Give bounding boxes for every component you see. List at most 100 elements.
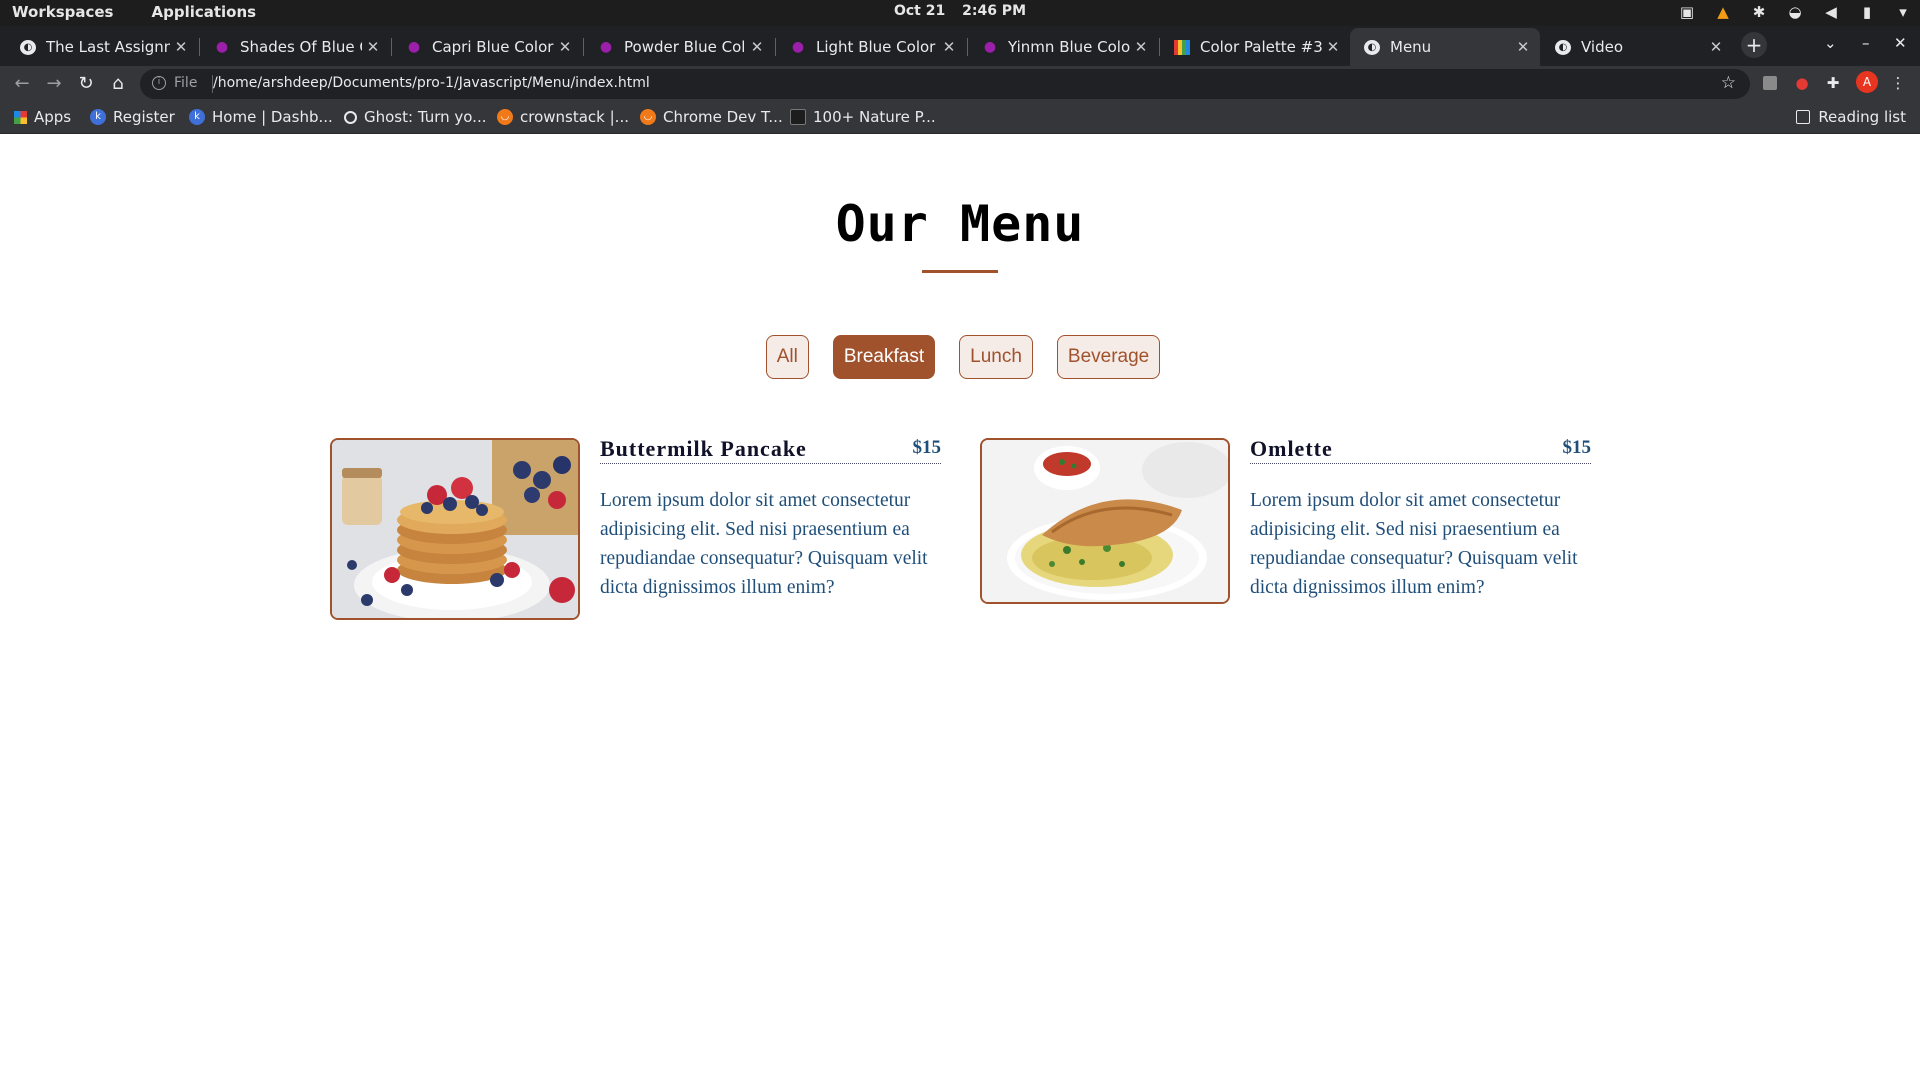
tab-title: Shades Of Blue C [240,38,362,56]
close-tab-icon[interactable]: ✕ [1512,38,1534,56]
tab-title: Color Palette #35 [1200,38,1322,56]
menu-item-description: Lorem ipsum dolor sit amet consectetur a… [1250,490,1578,598]
menu-item-info: Omlette $15 Lorem ipsum dolor sit amet c… [1250,438,1591,602]
reading-list-label: Reading list [1818,108,1906,126]
slack-tray-icon[interactable]: ✱ [1750,3,1768,21]
filter-buttons: All Breakfast Lunch Beverage [0,335,1920,379]
reading-list-icon [1796,110,1811,124]
browser-menu-icon[interactable]: ⋮ [1888,73,1908,93]
crownstack-icon: ◡ [497,109,513,125]
reading-list-button[interactable]: Reading list [1796,108,1906,126]
tab-title: Capri Blue Color I [432,38,554,56]
omelette-photo [980,438,1230,604]
url-scheme: File [174,75,198,91]
tab-strip: ◐ The Last Assignm ✕ ● Shades Of Blue C … [0,26,1920,66]
system-menu-chevron-icon[interactable]: ▾ [1894,3,1912,21]
menu-item-header: Omlette $15 [1250,438,1591,464]
purple-drop-icon: ● [407,39,421,55]
bookmarks-bar: Apps k Register k Home | Dashb... Ghost:… [0,102,1920,134]
close-tab-icon[interactable]: ✕ [1705,38,1727,56]
purple-drop-icon: ● [791,39,805,55]
tab-title: Video [1581,38,1624,56]
pancake-photo [330,438,580,620]
extension-grey-icon[interactable] [1763,76,1777,90]
k-icon: k [90,109,106,125]
tab-menu-active[interactable]: ◐ Menu ✕ [1350,28,1540,66]
bookmark-label: 100+ Nature P... [813,108,936,126]
extensions-puzzle-icon[interactable]: ✚ [1823,73,1843,93]
filter-lunch-button[interactable]: Lunch [959,335,1033,379]
tab-title: Yinmn Blue Color [1008,38,1130,56]
bookmark-ghost[interactable]: Ghost: Turn yo... [344,108,487,126]
bookmark-label: crownstack |... [520,108,629,126]
tab-5[interactable]: ● Yinmn Blue Color ✕ [968,28,1158,66]
reload-icon[interactable]: ↻ [74,72,98,96]
close-tab-icon[interactable]: ✕ [554,38,576,56]
menu-item-price: $15 [912,437,942,458]
menu-item-info: Buttermilk Pancake $15 Lorem ipsum dolor… [600,438,941,602]
menu-item-name: Buttermilk Pancake [600,436,807,461]
bookmark-star-icon[interactable]: ☆ [1721,73,1736,93]
back-arrow-icon[interactable]: ← [10,72,34,96]
globe-icon: ◐ [1364,39,1380,55]
filter-all-button[interactable]: All [765,335,809,379]
tab-search-chevron-icon[interactable]: ⌄ [1824,34,1837,52]
tab-6[interactable]: Color Palette #35 ✕ [1160,28,1350,66]
page-content: Our Menu All Breakfast Lunch Beverage Bu… [0,135,1920,1080]
menu-item-header: Buttermilk Pancake $15 [600,438,941,464]
url-text[interactable]: /home/arshdeep/Documents/pro-1/Javascrip… [213,75,650,91]
tab-2[interactable]: ● Capri Blue Color I ✕ [392,28,582,66]
minimize-icon[interactable]: – [1862,34,1870,52]
vlc-tray-icon[interactable]: ▲ [1714,3,1732,21]
wifi-icon[interactable]: ◒ [1786,3,1804,21]
close-tab-icon[interactable]: ✕ [746,38,768,56]
close-tab-icon[interactable]: ✕ [938,38,960,56]
tab-8[interactable]: ◐ Video ✕ [1541,28,1733,66]
close-tab-icon[interactable]: ✕ [170,38,192,56]
filter-beverage-button[interactable]: Beverage [1056,335,1161,379]
tab-0[interactable]: ◐ The Last Assignm ✕ [6,28,198,66]
bookmark-label: Home | Dashb... [212,108,333,126]
bookmark-apps[interactable]: Apps [14,108,71,126]
menu-item-card: Buttermilk Pancake $15 Lorem ipsum dolor… [330,438,964,628]
close-tab-icon[interactable]: ✕ [1130,38,1152,56]
crownstack-icon: ◡ [640,109,656,125]
bookmark-dashboard[interactable]: k Home | Dashb... [189,108,333,126]
title-underline [922,270,998,273]
os-top-bar: Workspaces Applications Oct 21 2:46 PM ▣… [0,0,1920,26]
tab-4[interactable]: ● Light Blue Color H ✕ [776,28,966,66]
clock[interactable]: Oct 21 2:46 PM [0,3,1920,19]
close-tab-icon[interactable]: ✕ [1322,38,1344,56]
clock-date: Oct 21 [893,3,946,19]
page-title: Our Menu [835,195,1085,253]
bookmark-label: Apps [34,108,72,126]
purple-drop-icon: ● [599,39,613,55]
address-bar[interactable]: i File /home/arshdeep/Documents/pro-1/Ja… [140,69,1750,99]
profile-avatar[interactable]: A [1856,71,1878,93]
tab-1[interactable]: ● Shades Of Blue C ✕ [200,28,390,66]
menu-item-card: Omlette $15 Lorem ipsum dolor sit amet c… [980,438,1614,628]
bookmark-nature[interactable]: 100+ Nature P... [790,108,936,126]
bookmark-chrome-dev[interactable]: ◡ Chrome Dev T... [640,108,783,126]
bookmark-label: Chrome Dev T... [663,108,783,126]
new-tab-button[interactable]: + [1741,32,1767,58]
forward-arrow-icon[interactable]: → [42,72,66,96]
filter-breakfast-button[interactable]: Breakfast [832,335,936,379]
menu-item-description: Lorem ipsum dolor sit amet consectetur a… [600,490,928,598]
clock-time: 2:46 PM [962,3,1026,19]
extension-red-icon[interactable]: ● [1792,73,1812,93]
site-info-icon[interactable]: i [152,76,166,90]
palette-icon [1174,39,1190,55]
bookmark-crownstack[interactable]: ◡ crownstack |... [497,108,629,126]
bookmark-label: Ghost: Turn yo... [364,108,487,126]
close-tab-icon[interactable]: ✕ [362,38,384,56]
bookmark-register[interactable]: k Register [90,108,175,126]
tab-3[interactable]: ● Powder Blue Colo ✕ [584,28,774,66]
battery-icon[interactable]: ▮ [1858,3,1876,21]
purple-drop-icon: ● [215,39,229,55]
volume-icon[interactable]: ◀ [1822,3,1840,21]
screen-share-icon[interactable]: ▣ [1678,3,1696,21]
close-window-icon[interactable]: ✕ [1894,34,1907,52]
home-icon[interactable]: ⌂ [106,72,130,96]
browser-toolbar: ← → ↻ ⌂ i File /home/arshdeep/Documents/… [0,66,1920,102]
